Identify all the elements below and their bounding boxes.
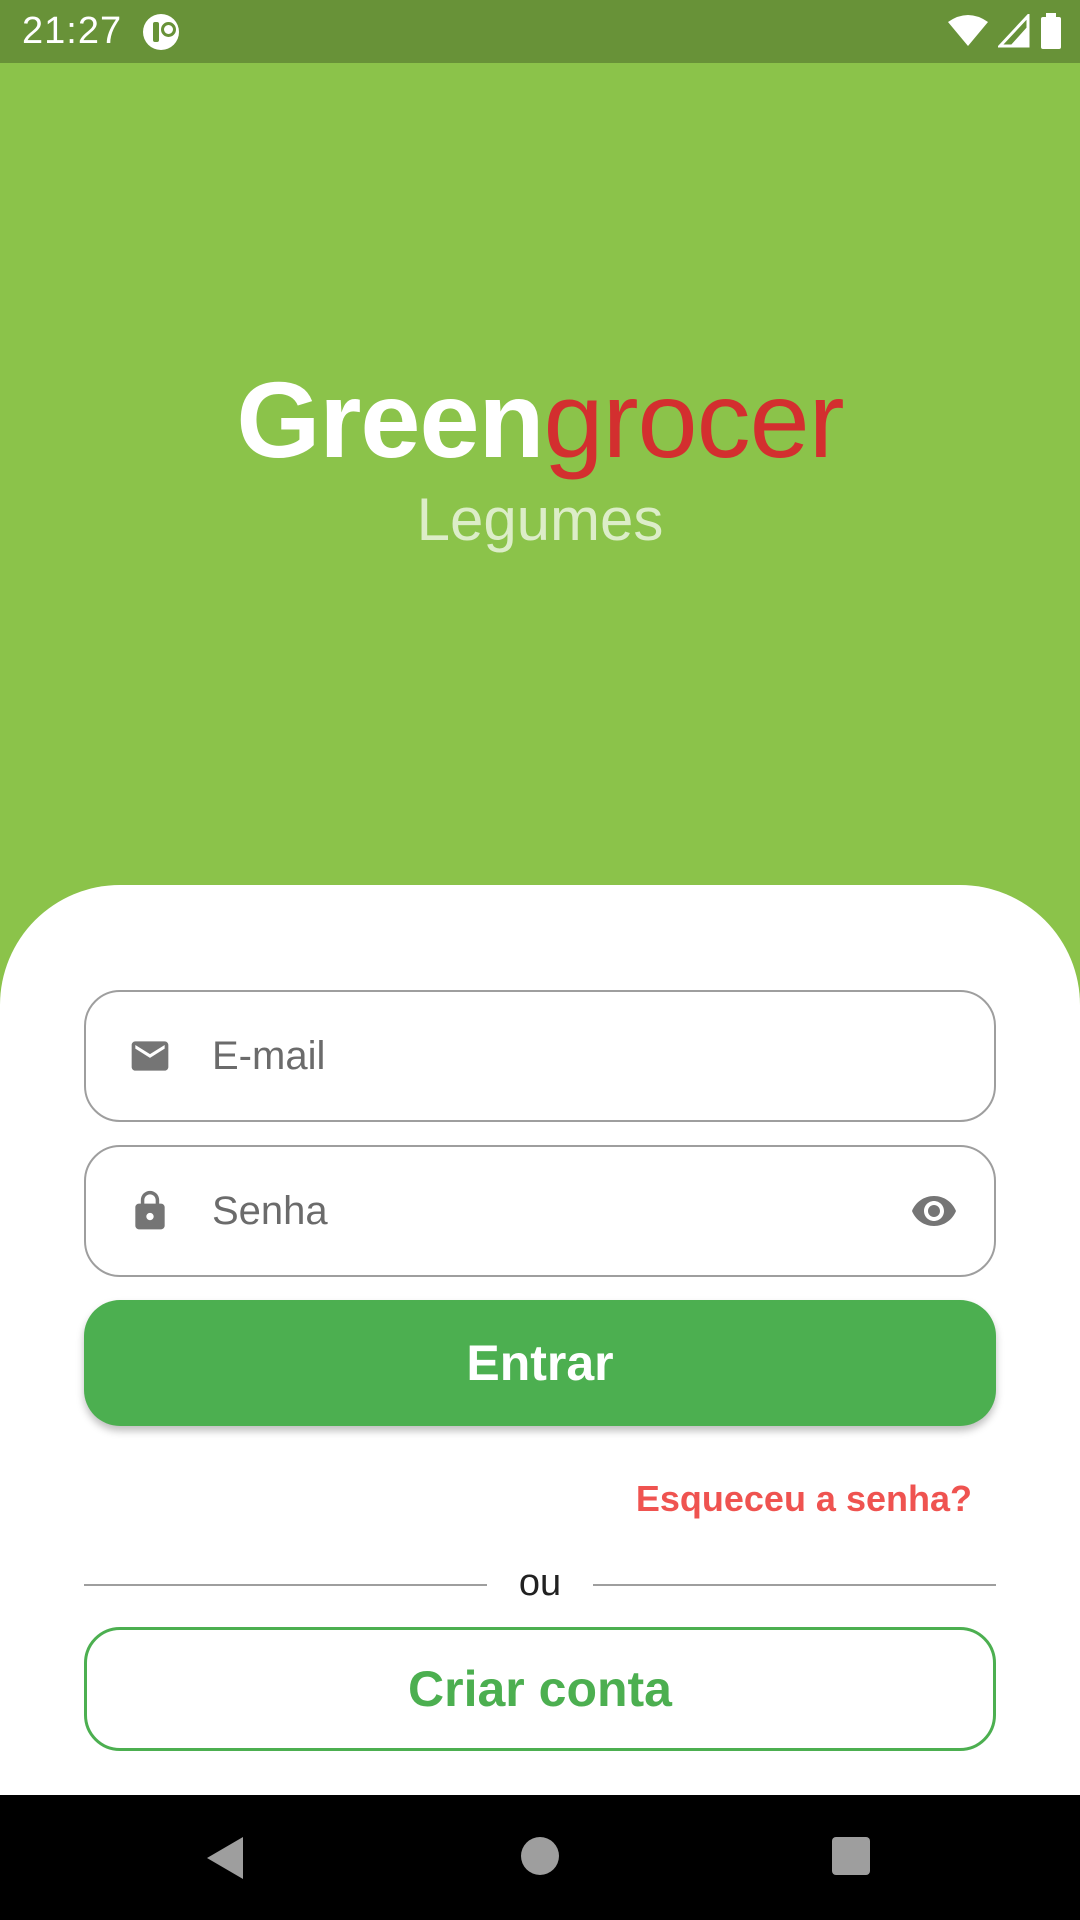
cellular-signal-icon [998,14,1030,48]
navigation-bar [0,1795,1080,1920]
recents-icon[interactable] [832,1837,870,1875]
login-button[interactable]: Entrar [84,1300,996,1426]
password-input[interactable] [212,1147,894,1275]
lock-icon [135,1190,165,1230]
app-title-grocer: grocer [543,359,845,480]
email-icon [131,1041,169,1071]
login-screen: 21:27 Greengrocer Legumes E-mail Entrar … [0,0,1080,1920]
divider-line-right [593,1584,996,1586]
divider: ou [84,1560,996,1610]
app-subtitle: Legumes [416,486,664,553]
home-icon[interactable] [521,1837,559,1875]
email-field[interactable] [84,990,996,1122]
app-title: Greengrocer [0,360,1080,480]
back-icon[interactable] [205,1835,245,1881]
battery-icon [1041,13,1061,49]
app-title-green: Green [236,359,544,480]
status-icons [948,13,1062,49]
app-notification-icon [143,14,179,50]
create-account-button[interactable]: Criar conta [84,1627,996,1751]
wifi-icon [948,15,988,46]
eye-icon[interactable] [910,1187,958,1235]
email-input[interactable] [212,992,894,1120]
status-time: 21:27 [22,10,123,52]
password-field[interactable] [84,1145,996,1277]
forgot-password-link[interactable]: Esqueceu a senha? [636,1478,972,1520]
brand-header: Greengrocer Legumes [0,360,1080,560]
status-bar: 21:27 [0,0,1080,63]
